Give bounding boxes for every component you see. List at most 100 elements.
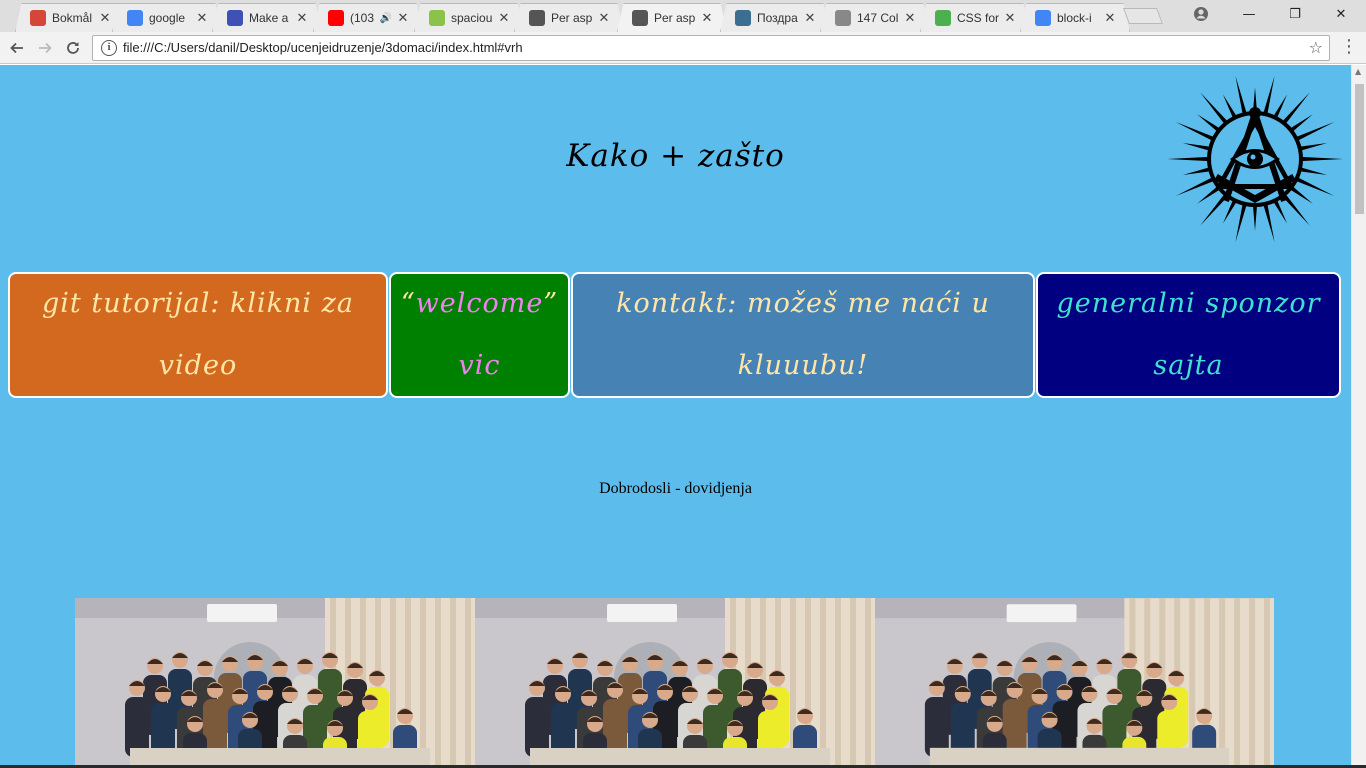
tab-close-icon[interactable]: ✕ [195,11,209,26]
close-window-button[interactable]: ✕ [1318,0,1364,28]
tab-title: (103 [350,11,375,25]
browser-tab[interactable]: spaciou ✕ [414,3,524,32]
welcome-text: Dobrodosli - dovidjenja [599,480,752,497]
tab-strip: Bokmål ✕ google ✕ Make a ✕ (103 🔊 ✕ spaciou ✕ Per a… [0,0,1366,32]
logo-ray [1175,121,1215,141]
card-text: git tutorijal: klikni za video [42,288,354,381]
url-text[interactable]: file:///C:/Users/danil/Desktop/ucenjeidr… [123,40,523,55]
puzzle-icon [429,10,445,26]
profile-icon[interactable] [1178,0,1224,28]
tab-close-icon[interactable]: ✕ [295,11,309,26]
tab-title: google [149,11,186,25]
logo-ray [1175,177,1215,197]
globe-icon [735,10,751,26]
tab-close-icon[interactable]: ✕ [497,11,511,26]
card-text: kontakt: možeš me naći u kluuubu! [616,288,990,381]
browser-tab[interactable]: Поздра ✕ [720,3,830,32]
card-text: generalni sponzor sajta [1056,288,1321,381]
group-photo [75,598,475,768]
logo-ray [1299,167,1328,175]
tab-close-icon[interactable]: ✕ [98,11,112,26]
logo-ray [1289,114,1313,132]
masonic-eye-logo [1167,75,1343,243]
card-text: “welcome” vic [401,273,558,397]
tab-title: Bokmål [52,11,93,25]
browser-tab[interactable]: CSS for ✕ [920,3,1030,32]
logo-ray [1182,143,1211,151]
logo-ray [1299,143,1328,151]
tab-close-icon[interactable]: ✕ [396,11,410,26]
tab-close-icon[interactable]: ✕ [803,11,817,26]
google-icon [127,10,143,26]
tab-title: Per asp [551,11,593,25]
vertical-scrollbar[interactable]: ▲ [1351,65,1366,768]
logo-ray [1167,156,1210,162]
logo-ray [1295,177,1335,197]
welcome-joke-card[interactable]: “welcome” vic [389,272,570,398]
back-arrow-icon [10,42,23,54]
contact-card[interactable]: kontakt: možeš me naći u kluuubu! [571,272,1035,398]
google-icon [1035,10,1051,26]
tab-title: 147 Col [857,11,899,25]
tab-close-icon[interactable]: ✕ [700,11,714,26]
w3schools-icon [935,10,951,26]
logo-ray [1182,167,1211,175]
group-photo-strip [75,598,1274,768]
logo-ray [1295,121,1335,141]
reload-icon [67,42,79,54]
youtube-icon [328,10,344,26]
scroll-up-arrow-icon[interactable]: ▲ [1355,67,1361,76]
audio-playing-icon[interactable]: 🔊 [380,13,392,24]
group-photo [475,598,875,768]
page-title: Kako + zašto [566,138,785,174]
logo-ray [1222,94,1237,119]
welcome-word: welcome [415,288,544,319]
browser-tab[interactable]: Make a ✕ [212,3,322,32]
browser-tab[interactable]: (103 🔊 ✕ [313,3,423,32]
browser-menu-button[interactable]: ⋮ [1340,36,1358,60]
tab-title: block-i [1057,11,1092,25]
sponsor-card[interactable]: generalni sponzor sajta [1036,272,1341,398]
tab-title: spaciou [451,11,493,25]
group-photo [875,598,1274,768]
browser-tab[interactable]: Per asp ✕ [514,3,624,32]
tab-close-icon[interactable]: ✕ [1003,11,1017,26]
tab-close-icon[interactable]: ✕ [597,11,611,26]
close-quote: ” [543,288,559,319]
git-tutorial-card[interactable]: git tutorijal: klikni za video [8,272,388,398]
restore-button[interactable]: ❐ [1272,0,1318,28]
github-icon [529,10,545,26]
page-viewport: Kako + zašto git tutorijal: klikni za vi… [0,65,1351,768]
scroll-thumb[interactable] [1355,84,1364,214]
back-button[interactable] [5,36,29,60]
logo-ray [1222,199,1237,224]
tab-title: Поздра [757,11,798,25]
tab-title: Per asp [654,11,696,25]
logo-ray [1263,203,1275,243]
browser-toolbar: i file:///C:/Users/danil/Desktop/ucenjei… [0,32,1366,64]
tab-title: CSS for [957,11,1000,25]
browser-tab[interactable]: Per asp ✕ [617,3,727,32]
joke-word: vic [458,350,501,381]
file-icon [835,10,851,26]
browser-tab[interactable]: block-i ✕ [1020,3,1130,32]
reload-button[interactable] [61,36,85,60]
tab-close-icon[interactable]: ✕ [903,11,917,26]
address-bar[interactable]: i file:///C:/Users/danil/Desktop/ucenjei… [92,35,1330,61]
forward-arrow-icon [39,42,52,54]
browser-tab[interactable]: 147 Col ✕ [820,3,930,32]
logo-ray [1273,94,1288,119]
browser-tab[interactable]: Bokmål ✕ [15,3,125,32]
info-icon[interactable]: i [101,40,117,56]
tab-close-icon[interactable]: ✕ [1103,11,1117,26]
bookmark-star-icon[interactable]: ☆ [1309,38,1323,57]
minimize-button[interactable]: — [1226,0,1272,28]
logo-ray [1273,199,1288,224]
new-tab-button[interactable] [1123,8,1163,24]
logo-ray [1197,114,1221,132]
logo-ray [1235,75,1247,115]
browser-tab[interactable]: google ✕ [112,3,222,32]
forward-button[interactable] [33,36,57,60]
logo-ray [1300,156,1343,162]
github-icon [632,10,648,26]
